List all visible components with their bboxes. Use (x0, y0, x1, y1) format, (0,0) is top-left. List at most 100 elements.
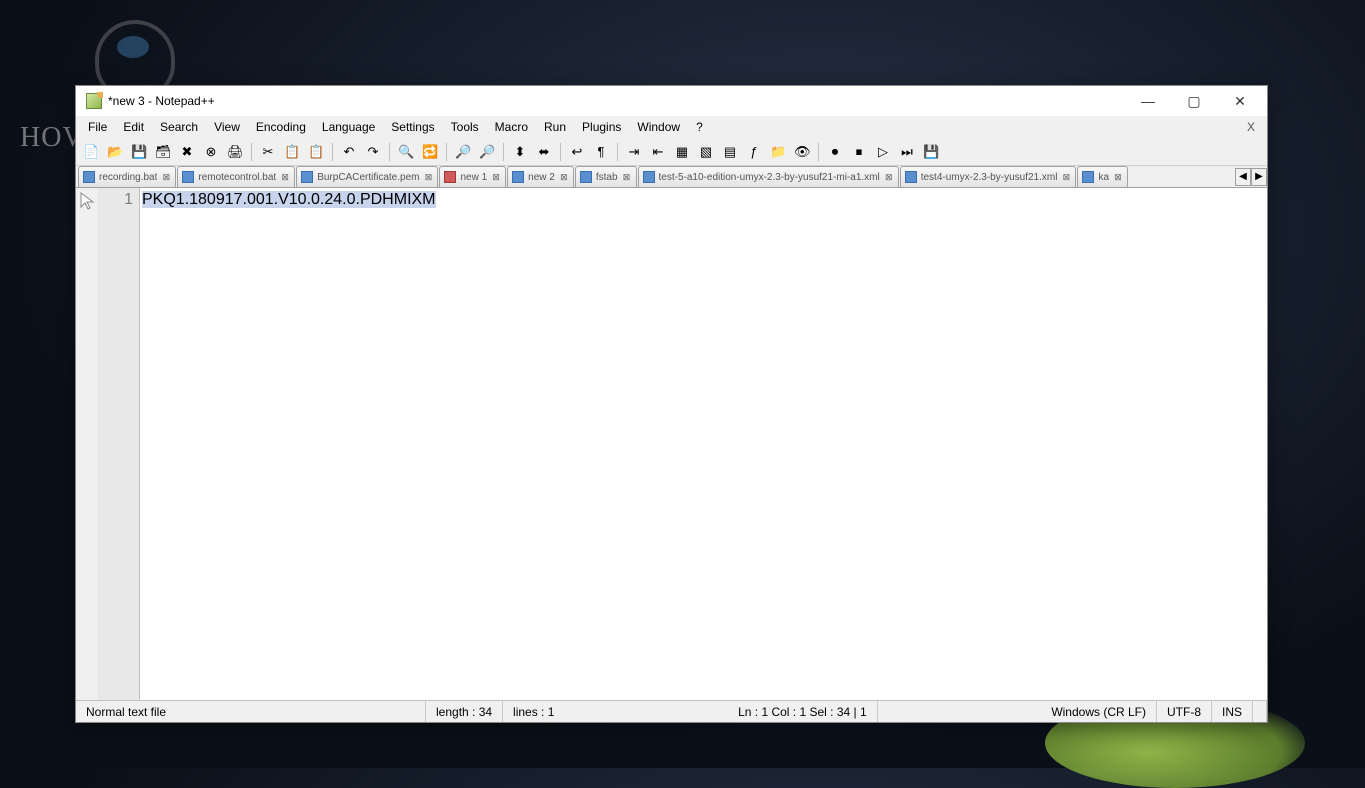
toolbar-close-button[interactable]: ✖ (176, 141, 198, 163)
status-lines: lines : 1 (503, 701, 564, 722)
toolbar-monitor-button[interactable]: 👁 (791, 141, 813, 163)
status-eol[interactable]: Windows (CR LF) (1041, 701, 1157, 722)
menubar-close-x[interactable]: X (1239, 120, 1263, 134)
tab-close-icon[interactable]: ⊠ (161, 172, 171, 182)
tab-3[interactable]: new 1⊠ (439, 166, 506, 187)
tab-close-icon[interactable]: ⊠ (1113, 172, 1123, 182)
status-grip[interactable] (1253, 701, 1267, 722)
close-button[interactable]: ✕ (1217, 86, 1263, 116)
toolbar-unfold-button[interactable]: ▧ (695, 141, 717, 163)
toolbar-wrap-button[interactable]: ↩ (566, 141, 588, 163)
code-area[interactable]: PKQ1.180917.001.V10.0.24.0.PDHMIXM (140, 188, 1267, 700)
toolbar-find-button[interactable]: 🔍 (395, 141, 417, 163)
menu-file[interactable]: File (80, 118, 115, 136)
tab-close-icon[interactable]: ⊠ (1061, 172, 1071, 182)
zoom-in-icon: 🔎 (455, 144, 471, 160)
toolbar-fold-button[interactable]: ▦ (671, 141, 693, 163)
line-number-1: 1 (98, 191, 133, 209)
menu-language[interactable]: Language (314, 118, 383, 136)
menu-macro[interactable]: Macro (487, 118, 536, 136)
tab-2[interactable]: BurpCACertificate.pem ⊠ (296, 166, 438, 187)
toolbar-play-multi-button[interactable]: ⏭ (896, 141, 918, 163)
menu-settings[interactable]: Settings (383, 118, 442, 136)
tab-close-icon[interactable]: ⊠ (559, 172, 569, 182)
tab-scroll-right[interactable]: ▶ (1251, 168, 1267, 186)
toolbar-sync-h-button[interactable]: ⬌ (533, 141, 555, 163)
toolbar-cut-button[interactable]: ✂ (257, 141, 279, 163)
minimize-button[interactable]: — (1125, 86, 1171, 116)
toolbar-open-button[interactable]: 📂 (104, 141, 126, 163)
menu-edit[interactable]: Edit (115, 118, 152, 136)
file-icon (643, 171, 655, 183)
save-all-icon: 🗃 (155, 144, 171, 160)
file-icon (301, 171, 313, 183)
code-line-1[interactable]: PKQ1.180917.001.V10.0.24.0.PDHMIXM (142, 191, 436, 208)
tab-close-icon[interactable]: ⊠ (884, 172, 894, 182)
sync-v-icon: ⬍ (512, 144, 528, 160)
tab-4[interactable]: new 2⊠ (507, 166, 574, 187)
toolbar-sync-v-button[interactable]: ⬍ (509, 141, 531, 163)
menu-plugins[interactable]: Plugins (574, 118, 629, 136)
toolbar-show-all-button[interactable]: ¶ (590, 141, 612, 163)
toolbar-stop-button[interactable]: ⏹ (848, 141, 870, 163)
menu-search[interactable]: Search (152, 118, 206, 136)
tab-close-icon[interactable]: ⊠ (423, 172, 433, 182)
toolbar-folder-button[interactable]: 📁 (767, 141, 789, 163)
replace-icon: 🔁 (422, 144, 438, 160)
file-icon (512, 171, 524, 183)
toolbar-save-button[interactable]: 💾 (128, 141, 150, 163)
toolbar-zoom-in-button[interactable]: 🔎 (452, 141, 474, 163)
toolbar-func-list-button[interactable]: ƒ (743, 141, 765, 163)
tab-6[interactable]: test-5-a10-edition-umyx-2.3-by-yusuf21-m… (638, 166, 899, 187)
new-icon: 📄 (83, 144, 99, 160)
save-macro-icon: 💾 (923, 144, 939, 160)
sync-h-icon: ⬌ (536, 144, 552, 160)
titlebar[interactable]: *new 3 - Notepad++ — ▢ ✕ (76, 86, 1267, 116)
toolbar-print-button[interactable]: 🖨 (224, 141, 246, 163)
folder-icon: 📁 (770, 144, 786, 160)
menu-tools[interactable]: Tools (443, 118, 487, 136)
tab-close-icon[interactable]: ⊠ (280, 172, 290, 182)
tab-7[interactable]: test4-umyx-2.3-by-yusuf21.xml⊠ (900, 166, 1077, 187)
toolbar-undo-button[interactable]: ↶ (338, 141, 360, 163)
toolbar-separator (560, 143, 561, 161)
toolbar-copy-button[interactable]: 📋 (281, 141, 303, 163)
tab-close-icon[interactable]: ⊠ (622, 172, 632, 182)
status-insert-mode[interactable]: INS (1212, 701, 1253, 722)
tab-0[interactable]: recording.bat⊠ (78, 166, 176, 187)
menu-view[interactable]: View (206, 118, 248, 136)
tab-close-icon[interactable]: ⊠ (491, 172, 501, 182)
status-filetype: Normal text file (76, 701, 426, 722)
toolbar-indent-button[interactable]: ⇥ (623, 141, 645, 163)
menu-help[interactable]: ? (688, 118, 711, 136)
toolbar-play-button[interactable]: ▷ (872, 141, 894, 163)
statusbar: Normal text file length : 34 lines : 1 L… (76, 700, 1267, 722)
toolbar-paste-button[interactable]: 📋 (305, 141, 327, 163)
maximize-button[interactable]: ▢ (1171, 86, 1217, 116)
tab-scroll-left[interactable]: ◀ (1235, 168, 1251, 186)
toolbar-doc-map-button[interactable]: ▤ (719, 141, 741, 163)
paste-icon: 📋 (308, 144, 324, 160)
toolbar-outdent-button[interactable]: ⇤ (647, 141, 669, 163)
menu-window[interactable]: Window (629, 118, 688, 136)
status-length: length : 34 (426, 701, 503, 722)
toolbar-redo-button[interactable]: ↷ (362, 141, 384, 163)
menu-run[interactable]: Run (536, 118, 574, 136)
menu-encoding[interactable]: Encoding (248, 118, 314, 136)
notepadpp-window: *new 3 - Notepad++ — ▢ ✕ File Edit Searc… (75, 85, 1268, 723)
window-title: *new 3 - Notepad++ (108, 94, 1125, 108)
toolbar-replace-button[interactable]: 🔁 (419, 141, 441, 163)
toolbar-new-button[interactable]: 📄 (80, 141, 102, 163)
toolbar-save-all-button[interactable]: 🗃 (152, 141, 174, 163)
editor-margin (76, 188, 98, 700)
status-encoding[interactable]: UTF-8 (1157, 701, 1212, 722)
tab-8[interactable]: ka⊠ (1077, 166, 1128, 187)
toolbar-zoom-out-button[interactable]: 🔎 (476, 141, 498, 163)
tab-5[interactable]: fstab⊠ (575, 166, 637, 187)
toolbar-close-all-button[interactable]: ⊗ (200, 141, 222, 163)
file-icon (905, 171, 917, 183)
tab-label: BurpCACertificate.pem (317, 172, 419, 183)
toolbar-save-macro-button[interactable]: 💾 (920, 141, 942, 163)
toolbar-rec-button[interactable]: ⏺ (824, 141, 846, 163)
tab-1[interactable]: remotecontrol.bat⊠ (177, 166, 295, 187)
